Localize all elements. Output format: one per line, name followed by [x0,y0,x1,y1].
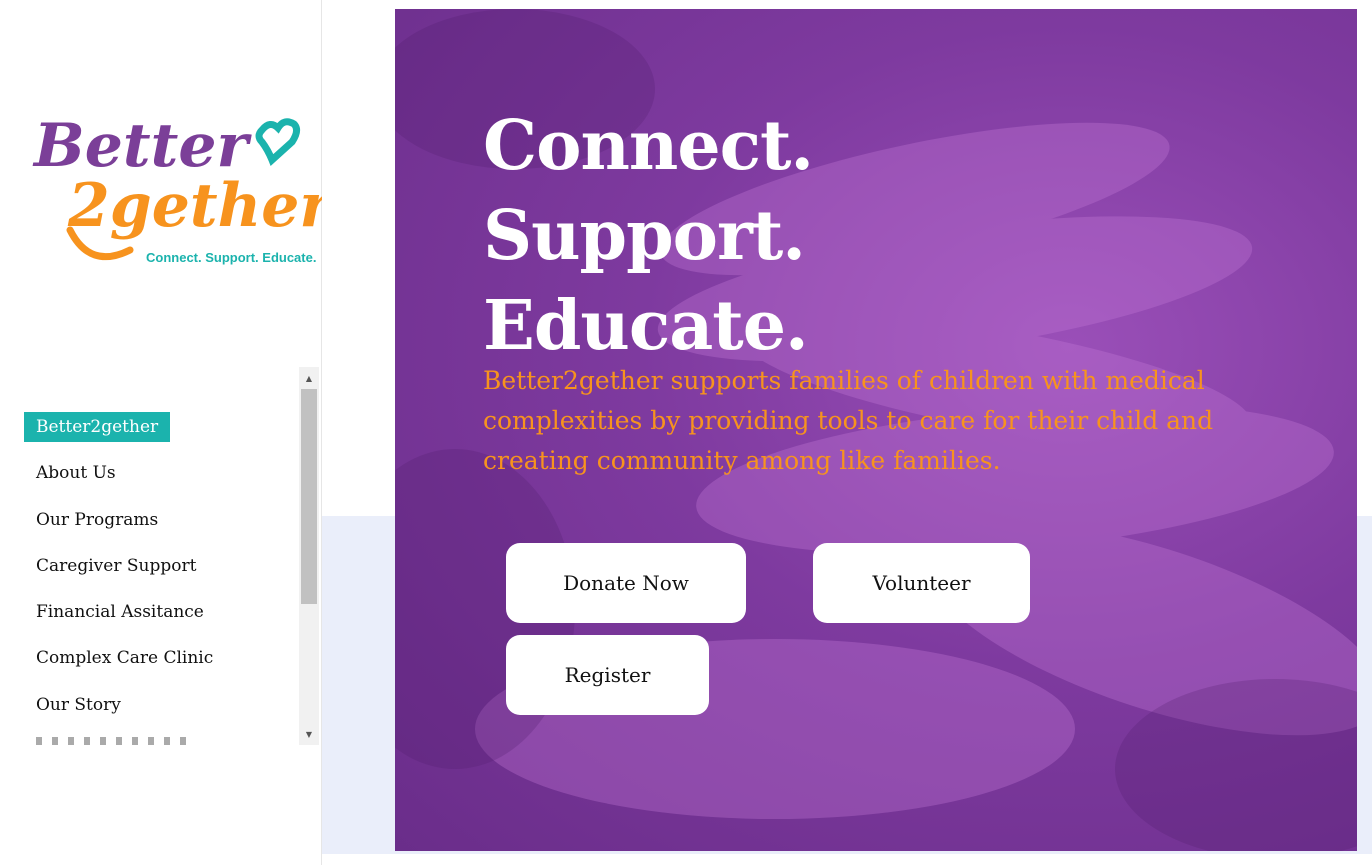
nav-item-about-us[interactable]: About Us [24,458,213,504]
brand-logo[interactable]: Better 2gether Connect. Support. Educate… [30,104,322,294]
nav-item-our-story[interactable]: Our Story [24,690,213,736]
page: Better 2gether Connect. Support. Educate… [0,0,1372,865]
headline-line-educate: Educate. [483,286,809,366]
scrollbar-thumb[interactable] [301,389,317,604]
logo-2gether-text: 2gether [67,171,322,241]
hero-description: Better2gether supports families of child… [483,366,1214,475]
scroll-up-icon[interactable]: ▲ [299,369,319,387]
sidebar-scrollbar[interactable]: ▲ ▼ [299,367,319,745]
logo-graphic: Better 2gether [32,111,322,261]
donate-now-button[interactable]: Donate Now [506,543,746,623]
nav-item-financial-assistance[interactable]: Financial Assitance [24,597,213,643]
nav-list: Better2gether About Us Our Programs Care… [24,412,213,736]
nav-item-partial [36,737,196,745]
register-button[interactable]: Register [506,635,709,715]
heart-icon [255,118,301,166]
nav-item-complex-care-clinic[interactable]: Complex Care Clinic [24,643,213,689]
volunteer-button[interactable]: Volunteer [813,543,1030,623]
nav-item-caregiver-support[interactable]: Caregiver Support [24,551,213,597]
hero-section: Connect. Support. Educate. Better2gether… [395,9,1357,851]
sidebar-nav: Better2gether About Us Our Programs Care… [0,367,321,745]
hero-headline: Connect. Support. Educate. [483,101,814,371]
nav-item-our-programs[interactable]: Our Programs [24,505,213,551]
headline-line-connect: Connect. [483,106,814,186]
nav-item-better2gether[interactable]: Better2gether [24,412,213,458]
logo-tagline: Connect. Support. Educate. [146,250,317,265]
sidebar: Better 2gether Connect. Support. Educate… [0,0,322,865]
headline-line-support: Support. [483,196,806,276]
scroll-down-icon[interactable]: ▼ [299,725,319,743]
